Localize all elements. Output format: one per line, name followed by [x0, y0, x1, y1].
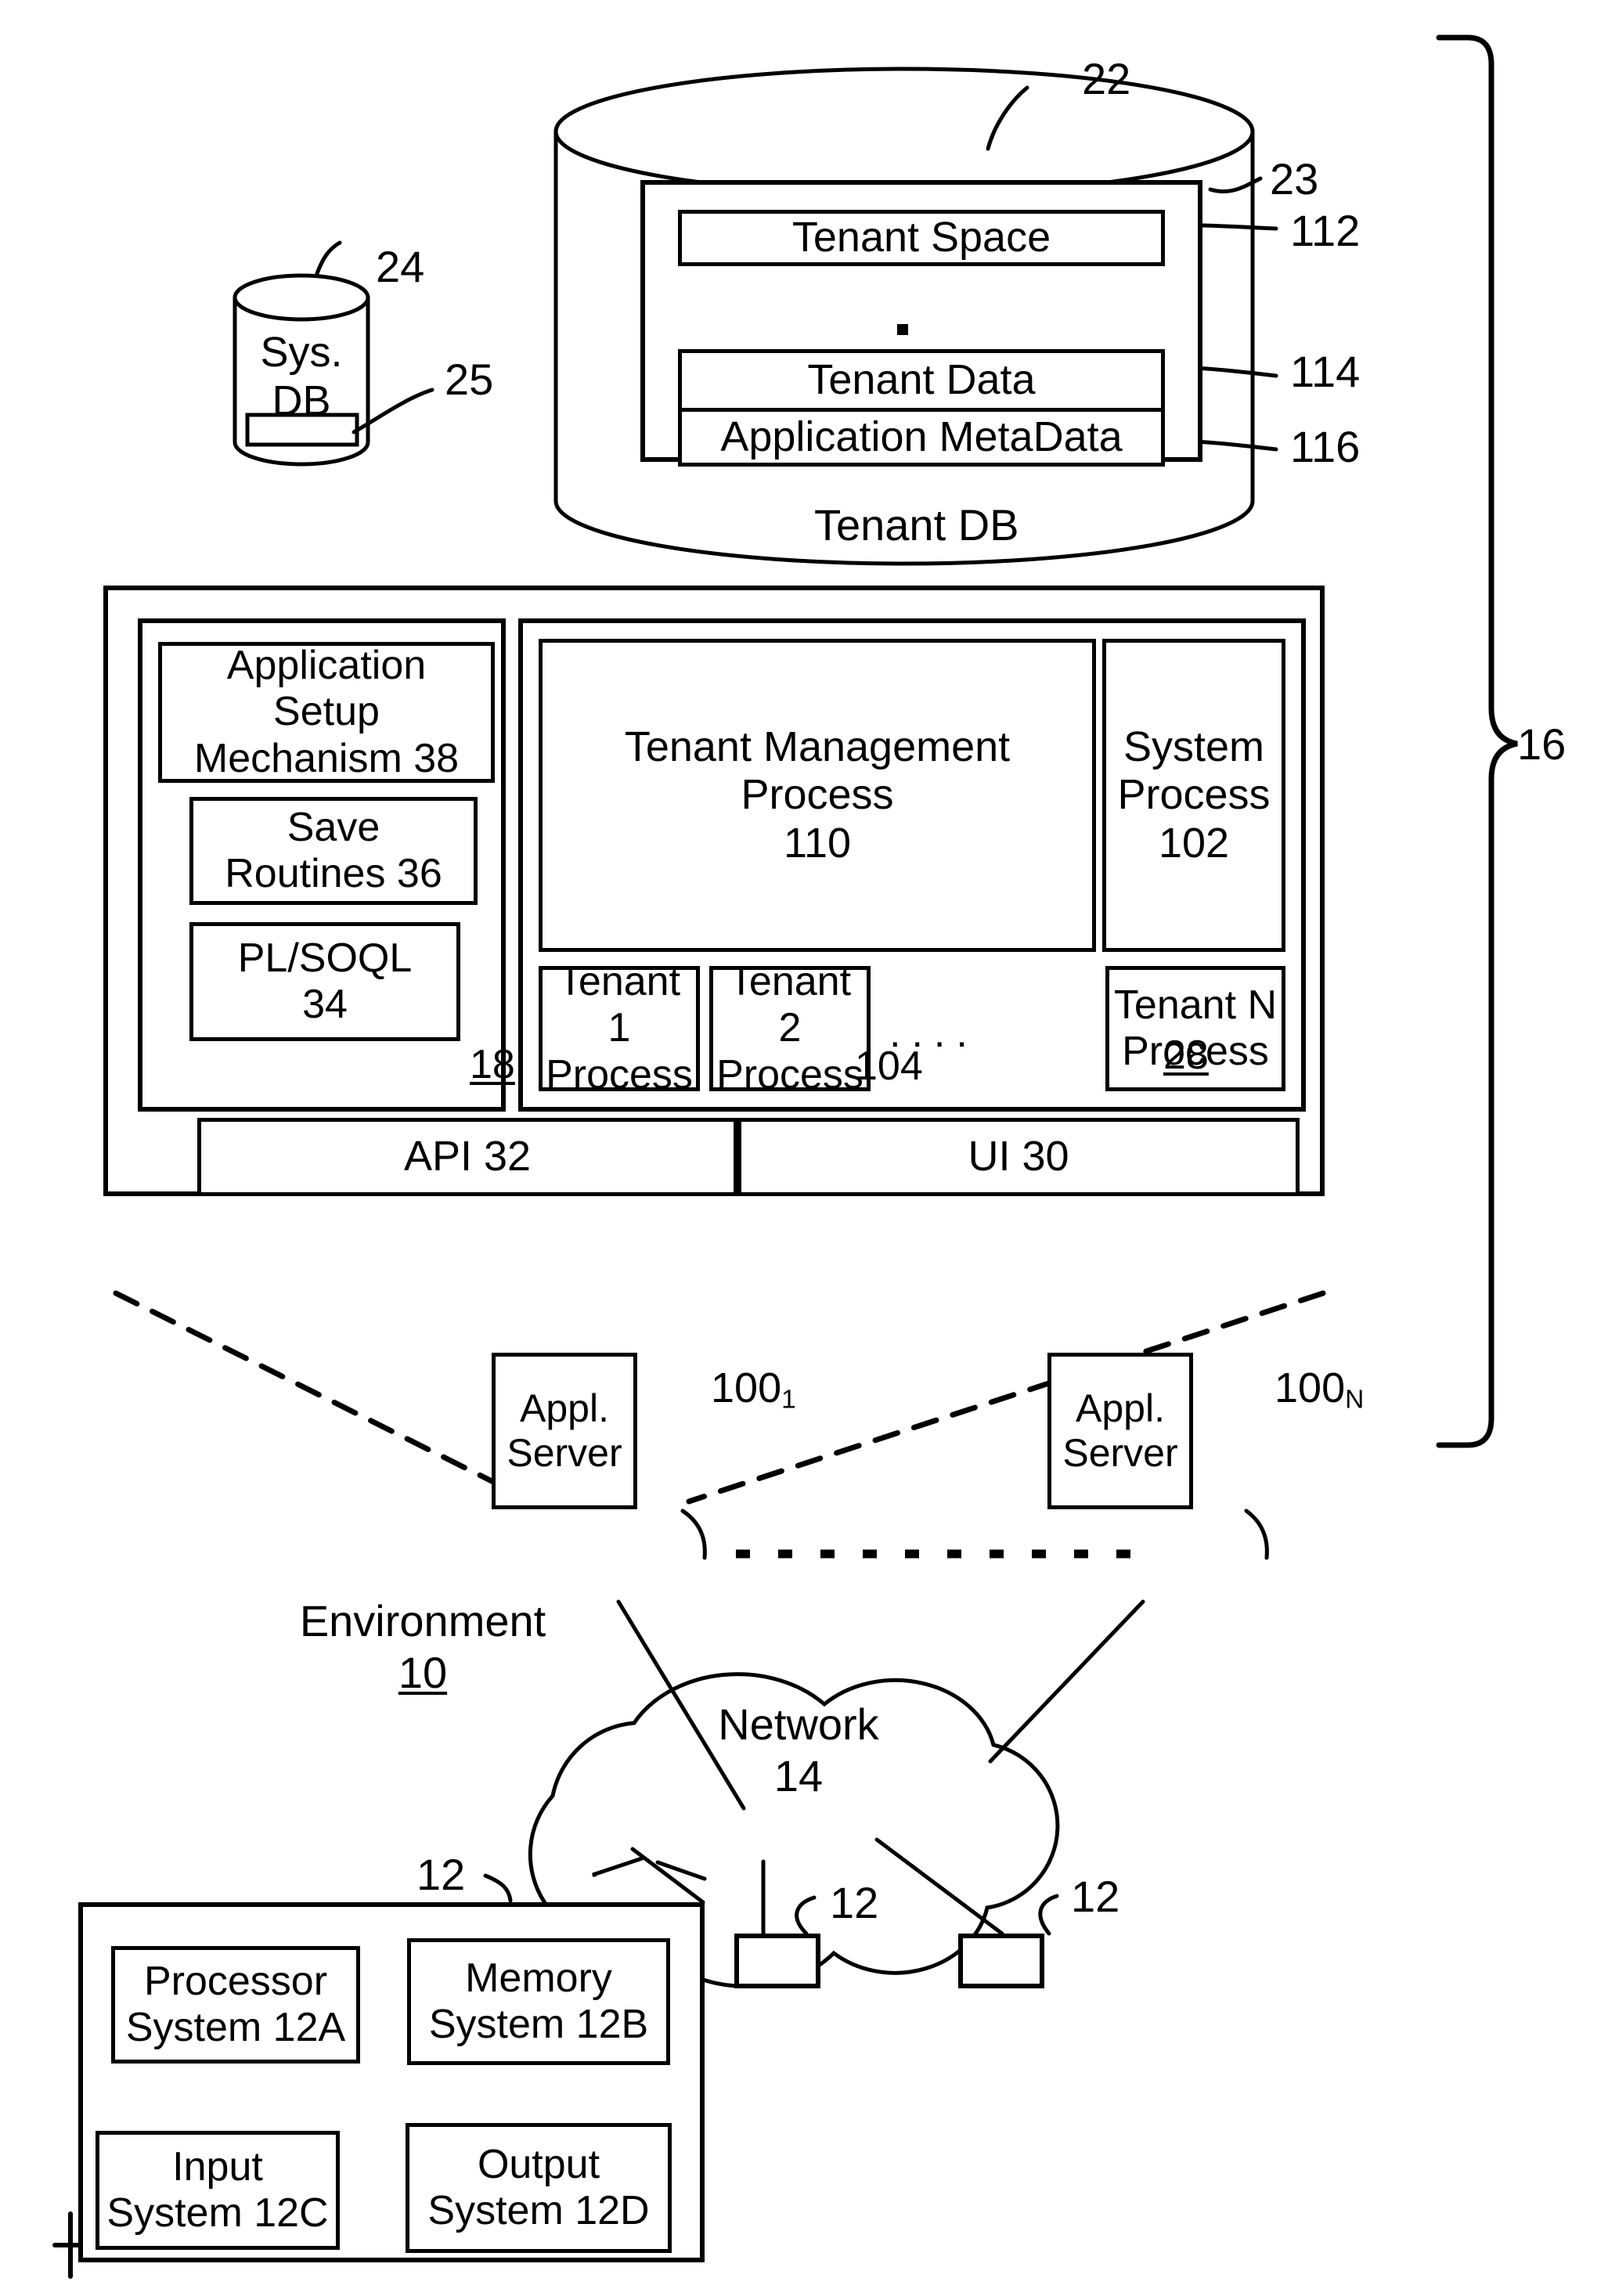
tenant-data-box: Tenant Data	[678, 349, 1165, 412]
tenant-2-process-label: Tenant 2 Process	[716, 959, 863, 1098]
application-setup-mechanism-label: Application Setup Mechanism 38	[193, 643, 460, 781]
system-process-box: System Process 102	[1102, 639, 1285, 952]
leader-100-N	[1244, 1508, 1269, 1560]
input-system-label: Input System 12C	[106, 2143, 329, 2236]
tenant-2-process-box: Tenant 2 Process	[709, 959, 871, 1098]
ref-12-small-1: 12	[830, 1878, 879, 1927]
sys-db-label-line2: DB	[272, 377, 331, 424]
small-user-system-1	[734, 1934, 820, 1988]
tenant-db-label: Tenant DB	[814, 500, 1019, 550]
leader-12-small-2	[1038, 1894, 1059, 1936]
link-network-user-main2	[655, 1860, 707, 1881]
appl-server-1-label: Appl. Server	[507, 1386, 622, 1475]
output-system-label: Output System 12D	[427, 2141, 650, 2233]
input-system-box: Input System 12C	[96, 2131, 340, 2250]
environment-ref: 10	[398, 1648, 448, 1697]
leader-100-1	[680, 1508, 707, 1560]
pl-soql-label: PL/SOQL 34	[237, 935, 413, 1027]
ref-16: 16	[1517, 719, 1567, 769]
link-network-small2	[874, 1837, 1004, 1936]
application-metadata-box: Application MetaData	[678, 412, 1165, 467]
api-bar: API 32	[197, 1118, 737, 1196]
brace-16	[1436, 34, 1518, 1448]
dashed-left	[113, 1290, 535, 1505]
appl-server-n-box: Appl. Server	[1047, 1353, 1193, 1509]
application-metadata-label: Application MetaData	[720, 413, 1123, 460]
leader-22	[986, 85, 1029, 151]
tenant-1-process-box: Tenant 1 Process	[539, 959, 700, 1098]
ui-bar: UI 30	[737, 1118, 1300, 1196]
link-network-user-main	[592, 1856, 644, 1877]
tenant-data-label: Tenant Data	[807, 356, 1036, 404]
ref-22: 22	[1082, 54, 1131, 103]
ref-23: 23	[1270, 154, 1319, 204]
output-system-box: Output System 12D	[406, 2123, 672, 2253]
processor-system-label: Processor System 12A	[125, 1958, 346, 2050]
ref-28: 28	[1163, 1033, 1209, 1078]
system-process-label: System Process 102	[1117, 723, 1271, 867]
leader-24	[314, 240, 342, 278]
save-routines-box: Save Routines 36	[189, 797, 478, 905]
ui-label: UI 30	[968, 1133, 1069, 1180]
tenant-1-process-label: Tenant 1 Process	[546, 959, 693, 1098]
ref-112: 112	[1290, 206, 1361, 255]
sys-db-label-line1: Sys.	[260, 329, 343, 376]
tenant-space-box: Tenant Space	[678, 210, 1165, 266]
tenant-management-process-label: Tenant Management Process 110	[624, 723, 1011, 867]
save-routines-label: Save Routines 36	[225, 804, 442, 896]
processor-system-box: Processor System 12A	[111, 1946, 360, 2064]
ref-116: 116	[1290, 422, 1361, 471]
network-label: Network	[718, 1699, 879, 1749]
ref-18: 18	[470, 1042, 515, 1087]
memory-system-label: Memory System 12B	[428, 1955, 649, 2047]
tenant-space-label: Tenant Space	[791, 214, 1051, 261]
pl-soql-box: PL/SOQL 34	[189, 922, 460, 1041]
ref-114: 114	[1290, 347, 1361, 396]
leader-12-small-1	[795, 1895, 817, 1936]
patent-figure: Tenant Space Tenant Data Application Met…	[0, 0, 1608, 2296]
ref-104: 104	[855, 1043, 923, 1089]
ref-12-user-system: 12	[416, 1850, 466, 1899]
application-setup-mechanism-box: Application Setup Mechanism 38	[158, 642, 495, 783]
small-user-system-2	[958, 1934, 1044, 1988]
api-label: API 32	[403, 1133, 532, 1180]
ref-25: 25	[445, 355, 494, 404]
ref-24: 24	[376, 242, 425, 291]
appl-server-1-box: Appl. Server	[492, 1353, 637, 1509]
memory-system-box: Memory System 12B	[407, 1938, 670, 2065]
network-ref: 14	[773, 1751, 824, 1800]
link-appserverN-network	[988, 1599, 1145, 1764]
appl-server-n-label: Appl. Server	[1062, 1386, 1178, 1475]
leader-12-main	[483, 1873, 513, 1903]
environment-label: Environment	[299, 1596, 546, 1645]
ref-100-1: 1001	[711, 1364, 796, 1415]
ref-100-N: 100N	[1275, 1364, 1365, 1415]
tenant-management-process-box: Tenant Management Process 110	[539, 639, 1096, 952]
ref-12-small-2: 12	[1071, 1872, 1120, 1921]
